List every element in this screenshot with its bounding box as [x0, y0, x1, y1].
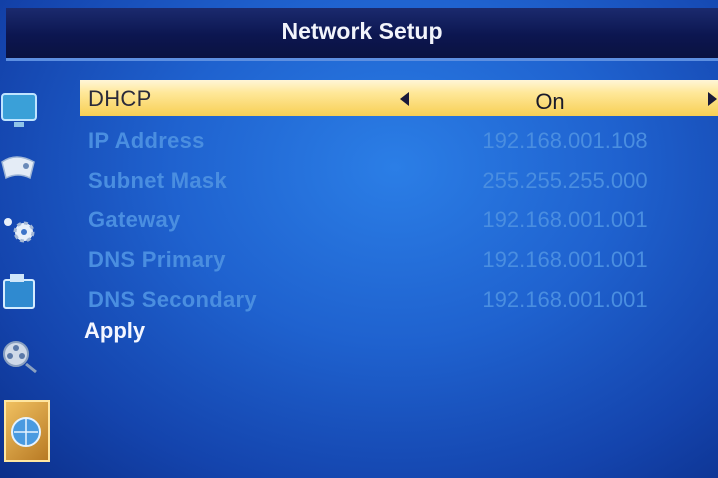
dhcp-value[interactable]: On [470, 89, 630, 115]
dns-primary-row[interactable]: DNS Primary 192.168.001.001 [80, 241, 718, 279]
sidebar [0, 70, 56, 470]
gateway-row[interactable]: Gateway 192.168.001.001 [80, 201, 718, 239]
tv-icon[interactable] [0, 88, 40, 132]
dns-secondary-label: DNS Secondary [88, 287, 257, 312]
game-controller-icon[interactable] [0, 148, 40, 188]
subnet-mask-row[interactable]: Subnet Mask 255.255.255.000 [80, 162, 718, 200]
apply-button[interactable]: Apply [84, 318, 145, 344]
gear-settings-icon[interactable] [0, 210, 40, 250]
subnet-mask-label: Subnet Mask [88, 168, 227, 193]
globe-network-icon [11, 417, 41, 447]
media-icon[interactable] [0, 270, 40, 314]
dns-secondary-value[interactable]: 192.168.001.001 [460, 287, 670, 313]
dns-secondary-row[interactable]: DNS Secondary 192.168.001.001 [80, 281, 718, 319]
page-title: Network Setup [281, 18, 443, 44]
right-arrow-icon[interactable] [708, 92, 717, 106]
ip-address-label: IP Address [88, 128, 205, 153]
gateway-label: Gateway [88, 207, 181, 232]
dns-primary-value[interactable]: 192.168.001.001 [460, 247, 670, 273]
dhcp-label: DHCP [88, 86, 152, 111]
left-arrow-icon[interactable] [400, 92, 409, 106]
dhcp-row[interactable]: DHCP On [80, 80, 718, 116]
header-bar: Network Setup [6, 8, 718, 61]
ip-address-row[interactable]: IP Address 192.168.001.108 [80, 122, 718, 160]
gateway-value[interactable]: 192.168.001.001 [460, 207, 670, 233]
film-reel-icon[interactable] [0, 336, 40, 376]
ip-address-value[interactable]: 192.168.001.108 [460, 128, 670, 154]
subnet-mask-value[interactable]: 255.255.255.000 [460, 168, 670, 194]
sidebar-item-network-selected[interactable] [4, 400, 50, 462]
tv-screen: Network Setup DHCP On IP Address 192.168… [0, 0, 718, 478]
dns-primary-label: DNS Primary [88, 247, 226, 272]
